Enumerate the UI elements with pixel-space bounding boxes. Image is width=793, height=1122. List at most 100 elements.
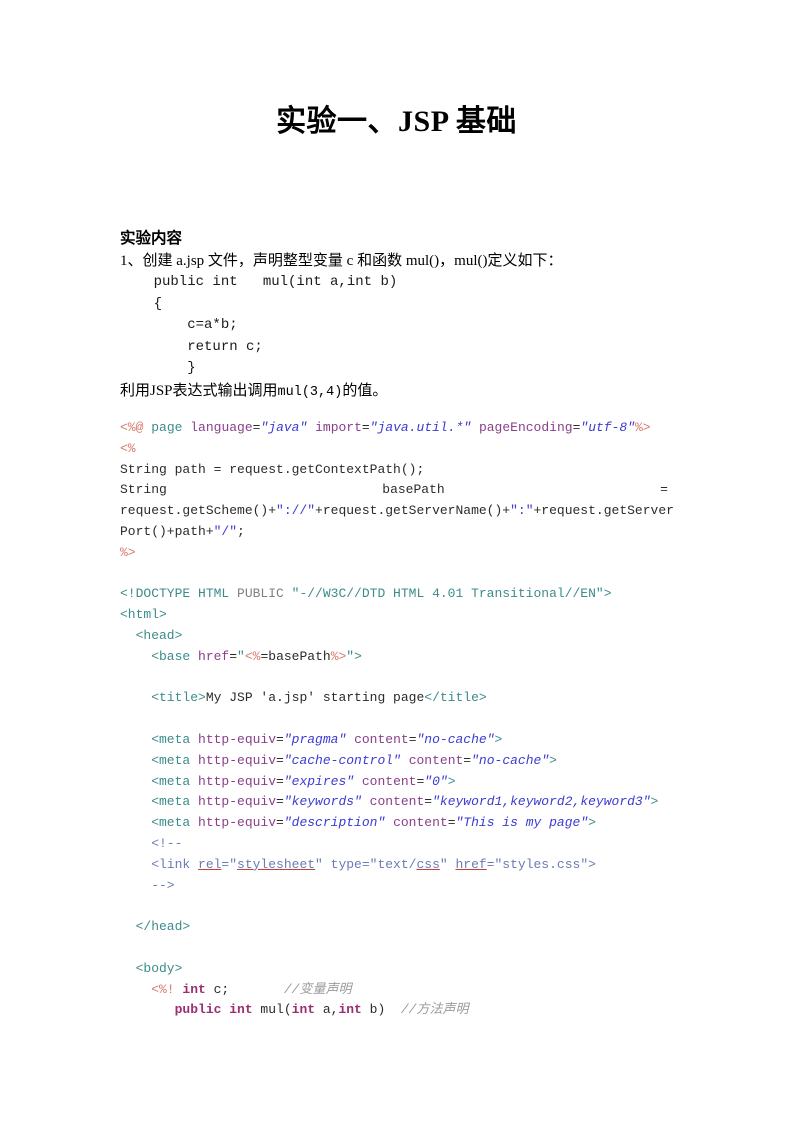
code-token: stylesheet <box>237 856 316 872</box>
task-code-line-5: } <box>120 360 196 376</box>
code-token: href <box>198 648 230 664</box>
code-token: = <box>463 752 472 768</box>
code-token: = <box>276 731 284 747</box>
code-token: "keyword1,keyword2,keyword3" <box>432 794 651 810</box>
code-line-link-stylesheet: <link rel="stylesheet" type="text/css" h… <box>120 855 668 876</box>
task-code-line-2: { <box>120 295 163 312</box>
code-token: language <box>190 420 253 435</box>
code-token: <!-- <box>120 835 183 851</box>
code-token: "pragma" <box>283 731 347 747</box>
code-token: = <box>361 420 370 435</box>
code-token: mul( <box>252 1002 292 1018</box>
code-token: pageEncoding <box>478 420 573 435</box>
code-token: content <box>369 794 425 810</box>
code-token: "java" <box>260 420 308 435</box>
code-token: b) <box>361 1002 401 1018</box>
code-token: <% <box>120 440 136 456</box>
code-token: > <box>447 773 456 789</box>
code-line-basepath-cont-1: request.getScheme()+"://"+request.getSer… <box>120 501 674 522</box>
task-tail-expression: mul(3,4) <box>277 384 343 400</box>
code-line-title-tag: <title>My JSP 'a.jsp' starting page</tit… <box>120 688 668 709</box>
code-token: http-equiv <box>198 773 277 789</box>
code-line-gap-1 <box>120 564 668 585</box>
code-token: > <box>494 731 503 747</box>
code-token: <body> <box>120 960 183 976</box>
code-token: int <box>291 1002 316 1018</box>
code-line-gap-2 <box>120 668 668 689</box>
code-token: basePath <box>382 482 445 498</box>
code-token: content <box>393 815 448 831</box>
code-token: http-equiv <box>198 752 277 768</box>
code-line-body-open: <body> <box>120 959 668 980</box>
code-token: http-equiv <box>198 731 277 747</box>
code-line-meta-expires: <meta http-equiv="expires" content="0"> <box>120 772 668 793</box>
code-token: <html> <box>120 607 167 623</box>
code-token: <head> <box>120 627 183 643</box>
code-token: "no-cache" <box>471 752 550 768</box>
code-token: +request.getServerName()+ <box>315 503 511 519</box>
code-token: "description" <box>283 815 386 831</box>
code-token: <link <box>120 856 199 872</box>
code-line-decl-var: <%! int c; //变量声明 <box>120 980 668 1001</box>
code-token: content <box>361 773 417 789</box>
code-token: = <box>276 794 284 810</box>
code-token: page <box>151 420 191 435</box>
code-line-page-directive: <%@ page language="java" import="java.ut… <box>120 418 668 439</box>
code-token: css <box>416 856 440 872</box>
code-token: <title> <box>120 690 206 706</box>
code-token: rel <box>198 856 222 872</box>
code-line-html-open: <html> <box>120 605 668 626</box>
code-token: public int <box>174 1002 253 1018</box>
code-token: =basePath <box>260 648 331 664</box>
code-token: //方法声明 <box>400 1002 469 1018</box>
code-token: </head> <box>120 919 191 935</box>
code-token: ":" <box>510 503 534 519</box>
code-token: int <box>338 1002 362 1018</box>
task-code-line-1: public int mul(int a,int b) <box>120 274 398 290</box>
code-token: <% <box>244 648 261 664</box>
code-token: %> <box>330 648 347 664</box>
code-line-head-open: <head> <box>120 626 668 647</box>
code-line-meta-cache-control: <meta http-equiv="cache-control" content… <box>120 751 668 772</box>
code-token: > <box>549 752 557 768</box>
code-token: =" <box>221 856 238 872</box>
code-token: <!DOCTYPE HTML <box>120 586 238 602</box>
code-token: String path = request.getContextPath(); <box>120 461 425 477</box>
code-token: </title> <box>424 690 487 706</box>
jsp-source-code-block: <%@ page language="java" import="java.ut… <box>120 418 674 1021</box>
code-token: http-equiv <box>198 815 277 831</box>
code-token: <base <box>120 648 199 664</box>
code-line-path-decl: String path = request.getContextPath(); <box>120 460 668 481</box>
code-token: = <box>424 794 433 810</box>
code-token: = <box>229 648 238 664</box>
code-token: request.getScheme()+ <box>120 503 277 519</box>
code-token: PUBLIC <box>237 586 292 602</box>
code-token: = <box>276 815 284 831</box>
code-line-scriptlet-close: %> <box>120 543 668 564</box>
code-token: content <box>354 731 409 747</box>
code-token: import <box>315 420 362 435</box>
code-token: a, <box>315 1002 339 1018</box>
code-line-gap-5 <box>120 938 668 959</box>
task-tail-prefix: 利用JSP表达式输出调用 <box>120 382 278 399</box>
code-token: " <box>237 648 245 664</box>
code-token: "expires" <box>283 773 355 789</box>
code-token: "-//W3C//DTD HTML 4.01 Transitional//EN"… <box>291 586 612 602</box>
code-token: href <box>455 856 487 872</box>
code-line-doctype: <!DOCTYPE HTML PUBLIC "-//W3C//DTD HTML … <box>120 584 668 605</box>
code-token: //变量声明 <box>283 981 352 997</box>
code-line-meta-keywords: <meta http-equiv="keywords" content="key… <box>120 792 668 813</box>
code-token: <meta <box>120 773 199 789</box>
code-token: <%@ <box>120 420 152 435</box>
code-token: = <box>408 731 417 747</box>
code-token: My JSP 'a.jsp' starting page <box>205 690 425 706</box>
code-token: --> <box>120 877 175 893</box>
code-token: "This is my page" <box>455 815 589 831</box>
code-token: = <box>276 773 284 789</box>
